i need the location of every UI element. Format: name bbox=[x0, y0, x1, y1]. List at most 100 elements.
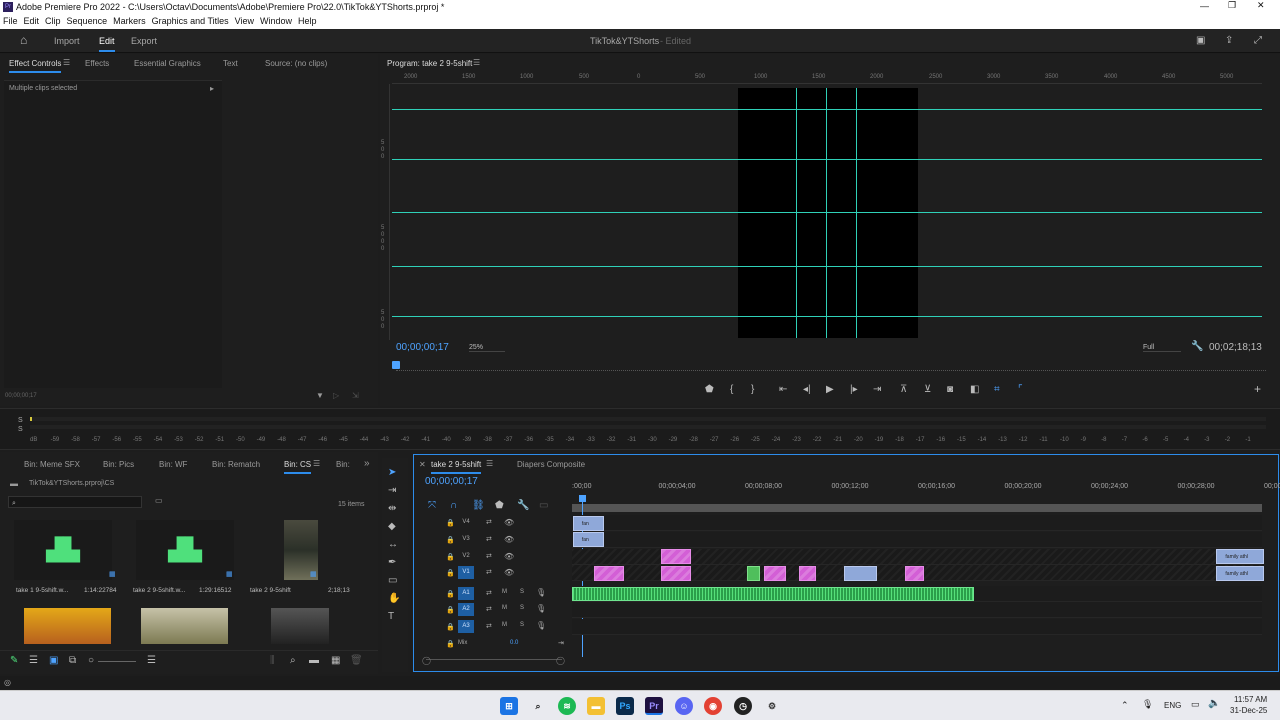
mute-button[interactable]: M bbox=[502, 605, 507, 611]
menu-graphics[interactable]: Graphics and Titles bbox=[149, 14, 232, 26]
sync-lock-icon[interactable]: ⇄ bbox=[486, 518, 492, 526]
timeline-clip[interactable] bbox=[764, 565, 787, 581]
minimize-button[interactable]: — bbox=[1200, 1, 1209, 11]
nest-icon[interactable]: ⤧ bbox=[428, 501, 436, 511]
lock-icon[interactable]: 🔒 bbox=[446, 606, 455, 614]
go-to-end-icon[interactable]: ⇥ bbox=[558, 639, 564, 647]
solo-button[interactable]: S bbox=[520, 622, 524, 628]
audio-clip-a1[interactable] bbox=[572, 586, 975, 601]
ripple-edit-icon[interactable]: ⇹ bbox=[388, 504, 396, 514]
solo-button[interactable]: S bbox=[520, 589, 524, 595]
sync-lock-icon[interactable]: ⇄ bbox=[486, 568, 492, 576]
menu-view[interactable]: View bbox=[232, 14, 257, 26]
sort-icon[interactable]: ☰ bbox=[147, 656, 156, 666]
timeline-clip[interactable] bbox=[660, 565, 691, 581]
track-label[interactable]: A3 bbox=[458, 620, 474, 634]
voiceover-mic-icon[interactable]: 🎙 bbox=[536, 604, 546, 613]
trash-icon[interactable]: 🗑 bbox=[350, 656, 363, 666]
mute-button[interactable]: M bbox=[502, 589, 507, 595]
track-label[interactable]: V3 bbox=[458, 533, 474, 546]
snap-icon[interactable]: ∩ bbox=[450, 501, 457, 511]
track-select-icon[interactable]: ⇥ bbox=[388, 486, 396, 496]
search-icon[interactable]: ⌕ bbox=[529, 697, 547, 715]
track-label[interactable]: V4 bbox=[458, 516, 474, 529]
bin-tab-cs[interactable]: Bin: CS bbox=[284, 460, 312, 474]
close-button[interactable]: ✕ bbox=[1257, 0, 1265, 11]
menu-sequence[interactable]: Sequence bbox=[64, 14, 111, 26]
track-label[interactable]: V2 bbox=[458, 550, 474, 563]
zoom-select[interactable]: 25% bbox=[469, 344, 505, 352]
track-label[interactable]: V1 bbox=[458, 566, 474, 580]
step-back-icon[interactable]: ◂| bbox=[803, 385, 811, 395]
new-bin-icon[interactable]: ▬ bbox=[309, 656, 319, 666]
search-input[interactable]: ⌕ bbox=[8, 496, 142, 508]
media-thumb[interactable] bbox=[271, 608, 329, 644]
menu-icon[interactable]: ☰ bbox=[63, 58, 70, 67]
lock-icon[interactable]: 🔒 bbox=[446, 640, 455, 648]
lock-icon[interactable]: 🔒 bbox=[446, 519, 455, 527]
eye-icon[interactable]: 👁 bbox=[504, 552, 514, 561]
menu-markers[interactable]: Markers bbox=[110, 14, 149, 26]
mark-out-icon[interactable]: } bbox=[751, 385, 754, 395]
tab-diapers[interactable]: Diapers Composite bbox=[517, 460, 585, 469]
discord-icon[interactable]: ☺ bbox=[675, 697, 693, 715]
type-icon[interactable]: T bbox=[388, 612, 394, 622]
solo-button[interactable]: S bbox=[520, 605, 524, 611]
program-playhead[interactable] bbox=[392, 361, 400, 369]
tab-text[interactable]: Text bbox=[223, 59, 238, 68]
tab-source[interactable]: Source: (no clips) bbox=[265, 59, 327, 68]
step-forward-icon[interactable]: |▸ bbox=[850, 385, 858, 395]
bin-tab-rematch[interactable]: Bin: Rematch bbox=[212, 460, 260, 469]
marker-icon[interactable]: ⬟ bbox=[495, 501, 504, 511]
quick-export-icon[interactable]: ▣ bbox=[1196, 36, 1205, 46]
program-scrubber[interactable] bbox=[396, 367, 1266, 371]
tab-edit[interactable]: Edit bbox=[99, 36, 115, 52]
close-tab-icon[interactable]: ✕ bbox=[419, 460, 426, 469]
media-thumb[interactable] bbox=[24, 608, 111, 644]
media-thumb[interactable]: ▟▙ bbox=[14, 520, 112, 580]
sequence-menu-icon[interactable]: ☰ bbox=[486, 459, 493, 468]
lift-icon[interactable]: ⊼ bbox=[900, 385, 907, 395]
lock-icon[interactable]: 🔒 bbox=[446, 569, 455, 577]
pencil-icon[interactable]: ✎ bbox=[10, 656, 18, 666]
new-bin-icon[interactable]: ▭ bbox=[155, 496, 163, 505]
spotify-icon[interactable]: ≋ bbox=[558, 697, 576, 715]
sync-lock-icon[interactable]: ⇄ bbox=[486, 552, 492, 560]
bin-menu-icon[interactable]: ☰ bbox=[313, 459, 320, 468]
photoshop-icon[interactable]: Ps bbox=[616, 697, 634, 715]
eye-icon[interactable]: 👁 bbox=[504, 535, 514, 544]
program-menu-icon[interactable]: ☰ bbox=[473, 58, 480, 67]
filter-icon[interactable]: ▼ bbox=[316, 391, 324, 400]
export-frame-camera-icon[interactable]: ◙ bbox=[947, 385, 953, 395]
freeform-view-icon[interactable]: ⧉ bbox=[69, 656, 76, 666]
list-view-icon[interactable]: ☰ bbox=[29, 656, 38, 666]
timeline-clip[interactable] bbox=[905, 565, 925, 581]
mute-button[interactable]: M bbox=[502, 622, 507, 628]
eye-icon[interactable]: 👁 bbox=[504, 518, 514, 527]
sync-lock-icon[interactable]: ⇄ bbox=[486, 605, 492, 613]
timeline-clip[interactable] bbox=[844, 565, 877, 581]
go-to-in-icon[interactable]: ⇤ bbox=[779, 385, 787, 395]
tab-effect-controls[interactable]: Effect Controls bbox=[9, 59, 62, 73]
automate-icon[interactable]: ⫼ bbox=[270, 656, 275, 666]
play-only-icon[interactable]: ▷ bbox=[333, 391, 339, 400]
menu-clip[interactable]: Clip bbox=[42, 14, 64, 26]
media-thumb[interactable] bbox=[141, 608, 228, 644]
lock-icon[interactable]: 🔒 bbox=[446, 623, 455, 631]
comparison-view-icon[interactable]: ◧ bbox=[970, 385, 979, 395]
tab-sequence[interactable]: take 2 9-5shift bbox=[431, 460, 482, 474]
clock-time[interactable]: 11:57 AM bbox=[1234, 695, 1267, 704]
tab-essential-graphics[interactable]: Essential Graphics bbox=[134, 59, 201, 68]
pen-icon[interactable]: ✒ bbox=[388, 558, 396, 568]
add-button-icon[interactable]: + bbox=[1254, 383, 1261, 395]
settings-wrench-icon[interactable]: 🔧 bbox=[1191, 341, 1203, 352]
tab-export[interactable]: Export bbox=[131, 36, 157, 46]
work-area-bar[interactable] bbox=[572, 504, 1262, 512]
timeline-clip[interactable] bbox=[660, 549, 691, 565]
eye-icon[interactable]: 👁 bbox=[504, 568, 514, 577]
timeline-timecode[interactable]: 00;00;00;17 bbox=[425, 476, 478, 487]
mix-value[interactable]: 0.0 bbox=[510, 640, 518, 646]
lock-icon[interactable]: 🔒 bbox=[446, 553, 455, 561]
timeline-clip[interactable] bbox=[747, 565, 761, 581]
menu-file[interactable]: File bbox=[0, 14, 21, 26]
